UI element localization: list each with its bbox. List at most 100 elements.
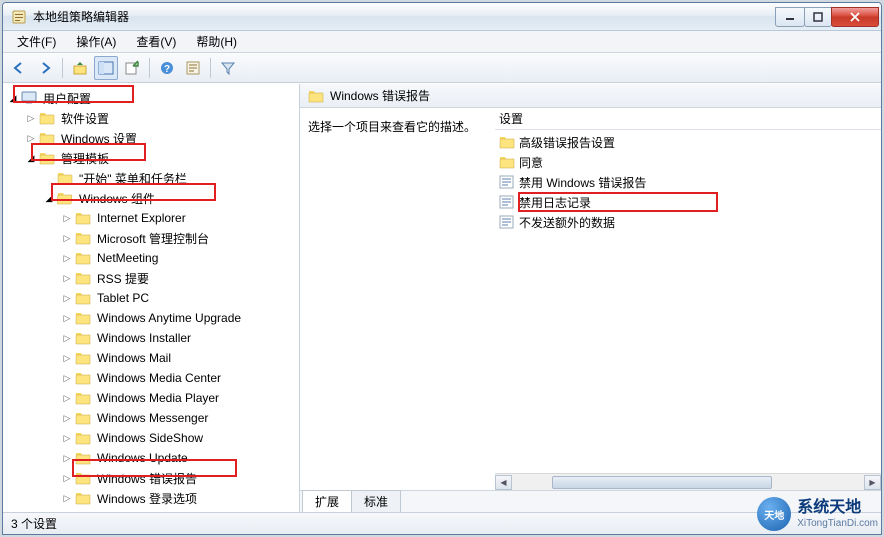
expand-icon[interactable]: ▷: [61, 252, 73, 264]
tree-pane[interactable]: ◢ 用户配置 ▷ 软件设置 ▷ Windows 设置: [3, 84, 300, 512]
expand-icon[interactable]: ▷: [61, 332, 73, 344]
tree-item[interactable]: ▷Windows 登录选项: [61, 488, 299, 508]
item-label: 高级错误报告设置: [519, 134, 615, 151]
tree-item[interactable]: ▷Windows Update: [61, 448, 299, 468]
tree-label: Internet Explorer: [95, 211, 188, 225]
menu-file[interactable]: 文件(F): [7, 31, 66, 52]
window-buttons: [776, 7, 879, 27]
scroll-left-button[interactable]: ◀: [495, 475, 512, 490]
scroll-right-button[interactable]: ▶: [864, 475, 881, 490]
menu-view[interactable]: 查看(V): [126, 31, 186, 52]
tree-windows-settings[interactable]: ▷ Windows 设置: [25, 128, 299, 148]
folder-icon: [75, 431, 91, 445]
folder-open-icon: [57, 191, 73, 205]
expand-icon[interactable]: ▷: [61, 232, 73, 244]
export-button[interactable]: [120, 56, 144, 80]
scroll-track[interactable]: [512, 475, 864, 490]
policy-setting-icon: [499, 175, 515, 189]
column-header-setting[interactable]: 设置: [495, 108, 881, 130]
expand-icon[interactable]: ▷: [61, 492, 73, 504]
horizontal-scrollbar[interactable]: ◀ ▶: [495, 473, 881, 490]
expand-icon[interactable]: ▷: [25, 112, 37, 124]
tree-label: Microsoft 管理控制台: [95, 230, 211, 247]
tree-item[interactable]: ▷Windows Mail: [61, 348, 299, 368]
help-button[interactable]: ?: [155, 56, 179, 80]
expand-icon[interactable]: ◢: [43, 192, 55, 204]
expand-icon[interactable]: ▷: [61, 452, 73, 464]
list-item[interactable]: 禁用日志记录: [495, 192, 881, 212]
back-icon: [11, 60, 27, 76]
tree-user-config[interactable]: ◢ 用户配置: [7, 88, 299, 108]
list-item[interactable]: 高级错误报告设置: [495, 132, 881, 152]
scroll-thumb[interactable]: [552, 476, 772, 489]
view-tabs: 扩展 标准: [300, 490, 881, 512]
tree-label: "开始" 菜单和任务栏: [77, 170, 189, 187]
tree-start-menu[interactable]: ▷ "开始" 菜单和任务栏: [43, 168, 299, 188]
menu-action[interactable]: 操作(A): [66, 31, 126, 52]
filter-button[interactable]: [216, 56, 240, 80]
expand-icon[interactable]: ▷: [61, 212, 73, 224]
tab-standard[interactable]: 标准: [351, 490, 401, 512]
tree-windows-components[interactable]: ◢ Windows 组件: [43, 188, 299, 208]
item-label: 禁用日志记录: [519, 194, 591, 211]
tree-label: Windows 错误报告: [95, 470, 199, 487]
expand-icon[interactable]: ◢: [25, 152, 37, 164]
tree-label: RSS 提要: [95, 270, 151, 287]
folder-icon: [75, 251, 91, 265]
folder-icon: [308, 89, 324, 103]
toolbar: ?: [3, 53, 881, 83]
folder-icon: [75, 371, 91, 385]
tab-extended[interactable]: 扩展: [302, 490, 352, 512]
export-icon: [124, 60, 140, 76]
tree-software-settings[interactable]: ▷ 软件设置: [25, 108, 299, 128]
forward-button[interactable]: [33, 56, 57, 80]
tree-item[interactable]: ▷ Internet Explorer: [61, 208, 299, 228]
settings-list[interactable]: 高级错误报告设置同意禁用 Windows 错误报告禁用日志记录不发送额外的数据: [495, 130, 881, 473]
minimize-button[interactable]: [775, 7, 805, 27]
expand-icon[interactable]: ◢: [7, 92, 19, 104]
maximize-button[interactable]: [804, 7, 832, 27]
expand-icon[interactable]: ▷: [61, 292, 73, 304]
folder-icon: [75, 351, 91, 365]
tree-item[interactable]: ▷Tablet PC: [61, 288, 299, 308]
back-button[interactable]: [7, 56, 31, 80]
tree-item[interactable]: ▷Windows SideShow: [61, 428, 299, 448]
item-label: 禁用 Windows 错误报告: [519, 174, 646, 191]
title-bar: 本地组策略编辑器: [3, 3, 881, 31]
tree-item[interactable]: ▷Windows Media Center: [61, 368, 299, 388]
expand-icon[interactable]: ▷: [25, 132, 37, 144]
tree-item[interactable]: ▷Windows Anytime Upgrade: [61, 308, 299, 328]
tree-label: Windows 设置: [59, 130, 139, 147]
expand-icon[interactable]: ▷: [61, 432, 73, 444]
tree-item[interactable]: ▷Windows Installer: [61, 328, 299, 348]
expand-icon[interactable]: ▷: [61, 352, 73, 364]
tree-item[interactable]: ▷ Microsoft 管理控制台: [61, 228, 299, 248]
svg-text:?: ?: [164, 64, 170, 75]
folder-icon: [75, 211, 91, 225]
details-body: 选择一个项目来查看它的描述。 设置 高级错误报告设置同意禁用 Windows 错…: [300, 108, 881, 490]
tree-item[interactable]: ▷ RSS 提要: [61, 268, 299, 288]
content-area: ◢ 用户配置 ▷ 软件设置 ▷ Windows 设置: [3, 83, 881, 512]
menu-help[interactable]: 帮助(H): [186, 31, 247, 52]
list-item[interactable]: 同意: [495, 152, 881, 172]
tree-item[interactable]: ▷Windows Messenger: [61, 408, 299, 428]
tree-admin-templates[interactable]: ◢ 管理模板: [25, 148, 299, 168]
expand-icon[interactable]: ▷: [61, 272, 73, 284]
close-button[interactable]: [831, 7, 879, 27]
tree-label: 用户配置: [41, 90, 93, 107]
show-tree-button[interactable]: [94, 56, 118, 80]
list-item[interactable]: 不发送额外的数据: [495, 212, 881, 232]
expand-icon[interactable]: ▷: [61, 372, 73, 384]
tree-item[interactable]: ▷NetMeeting: [61, 248, 299, 268]
properties-button[interactable]: [181, 56, 205, 80]
tree-item[interactable]: ▷ Windows 错误报告: [61, 468, 299, 488]
up-button[interactable]: [68, 56, 92, 80]
separator: [149, 58, 150, 78]
expand-icon[interactable]: ▷: [61, 412, 73, 424]
list-item[interactable]: 禁用 Windows 错误报告: [495, 172, 881, 192]
expand-icon[interactable]: ▷: [61, 312, 73, 324]
expand-icon[interactable]: ▷: [61, 392, 73, 404]
tree-pane-icon: [98, 60, 114, 76]
expand-icon[interactable]: ▷: [61, 472, 73, 484]
tree-item[interactable]: ▷Windows Media Player: [61, 388, 299, 408]
